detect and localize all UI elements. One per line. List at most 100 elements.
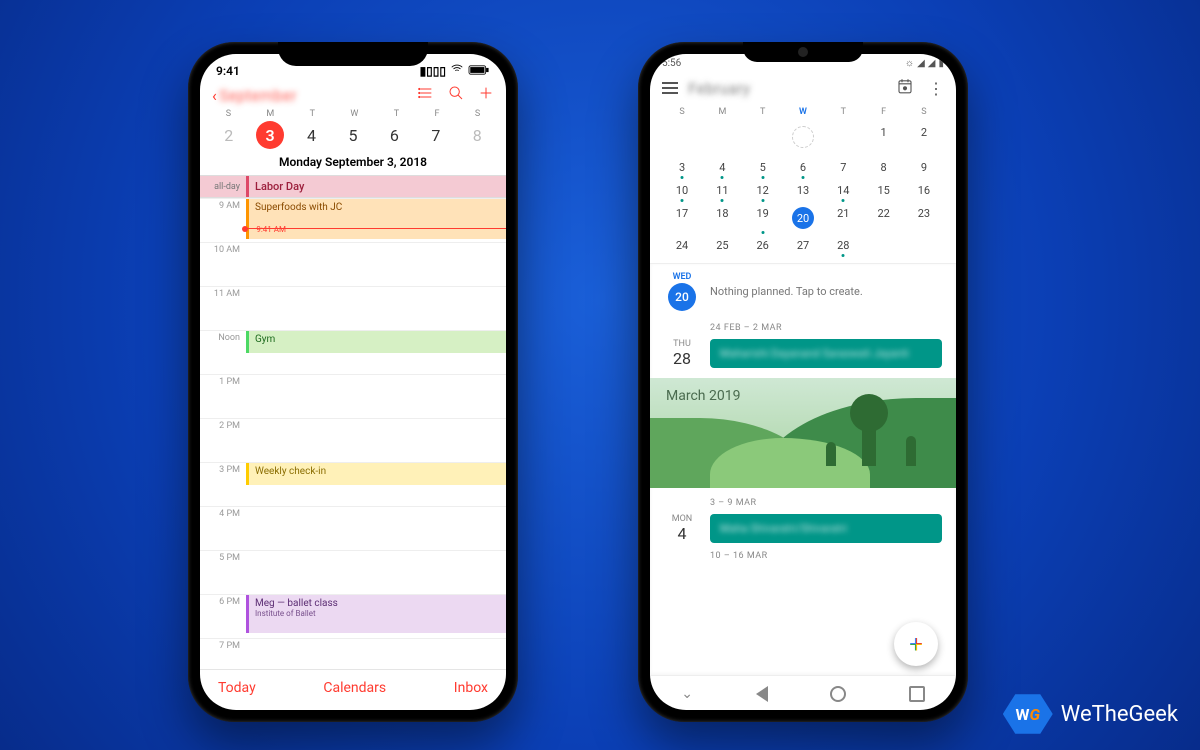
list-view-icon[interactable] bbox=[418, 85, 434, 105]
hour-label: 11 AM bbox=[200, 287, 246, 330]
hour-slot[interactable]: Gym bbox=[246, 331, 506, 374]
hour-slot[interactable] bbox=[246, 551, 506, 594]
calendar-day[interactable]: 15 bbox=[866, 179, 902, 202]
calendar-day[interactable]: 4 bbox=[704, 156, 740, 179]
calendar-day[interactable]: 2 bbox=[906, 121, 942, 156]
weekday-header: T bbox=[825, 103, 861, 121]
calendar-day[interactable]: 22 bbox=[866, 202, 902, 234]
week-day[interactable]: 4 bbox=[298, 121, 326, 149]
now-time-label: 9:41 AM bbox=[246, 225, 290, 234]
agenda-day-thu[interactable]: THU 28 Maharishi Dayanand Saraswati Jaya… bbox=[650, 335, 956, 372]
android-frame: 5:56 ☼ ◢ ◢ ▮ February ⋮ SMTW bbox=[638, 42, 968, 722]
hour-slot[interactable] bbox=[246, 243, 506, 286]
calendar-day[interactable]: 23 bbox=[906, 202, 942, 234]
week-day[interactable]: 8 bbox=[463, 121, 491, 149]
hour-slot[interactable] bbox=[246, 639, 506, 669]
iphone-frame: 9:41 ▮▯▯▯ ‹ September bbox=[188, 42, 518, 722]
calendar-day[interactable]: 18 bbox=[704, 202, 740, 234]
event-pill-thu[interactable]: Maharishi Dayanand Saraswati Jayanti bbox=[710, 339, 942, 368]
allday-row[interactable]: all-day Labor Day bbox=[200, 175, 506, 198]
hour-slot[interactable]: Meg — ballet classInstitute of Ballet bbox=[246, 595, 506, 638]
event-block[interactable]: Weekly check-in bbox=[246, 463, 506, 485]
overflow-icon[interactable]: ⋮ bbox=[928, 79, 944, 98]
today-button[interactable]: Today bbox=[218, 680, 256, 696]
range-label-2: 3 – 9 MAR bbox=[650, 494, 956, 510]
calendar-day[interactable]: 27 bbox=[785, 234, 821, 257]
nav-back-icon[interactable] bbox=[756, 686, 768, 702]
nav-recents-icon[interactable] bbox=[909, 686, 925, 702]
weekday-header: S bbox=[475, 107, 480, 121]
week-day[interactable]: 3 bbox=[256, 121, 284, 149]
android-nav-bar: ⌄ bbox=[650, 675, 956, 710]
android-agenda[interactable]: WED 20 Nothing planned. Tap to create. 2… bbox=[650, 263, 956, 675]
week-day[interactable]: 6 bbox=[380, 121, 408, 149]
calendar-day[interactable]: 24 bbox=[664, 234, 700, 257]
brand-text: WeTheGeek bbox=[1061, 702, 1178, 727]
today-number: 20 bbox=[668, 283, 696, 311]
week-day[interactable]: 5 bbox=[339, 121, 367, 149]
hour-slot[interactable] bbox=[246, 507, 506, 550]
hour-label: 4 PM bbox=[200, 507, 246, 550]
calendar-day[interactable]: 28 bbox=[825, 234, 861, 257]
battery-icon bbox=[468, 64, 490, 78]
range-label-3: 10 – 16 MAR bbox=[650, 547, 956, 563]
hour-label: 7 PM bbox=[200, 639, 246, 669]
calendar-day[interactable]: 3 bbox=[664, 156, 700, 179]
hour-slot[interactable] bbox=[246, 419, 506, 462]
calendar-day[interactable]: 9 bbox=[906, 156, 942, 179]
month-banner-march: March 2019 bbox=[650, 378, 956, 488]
event-block[interactable]: Gym bbox=[246, 331, 506, 353]
calendar-day[interactable]: 10 bbox=[664, 179, 700, 202]
ios-schedule[interactable]: 9 AMSuperfoods with JC10 AM11 AMNoonGym1… bbox=[200, 198, 506, 669]
hour-slot[interactable] bbox=[246, 287, 506, 330]
nav-expand-icon[interactable]: ⌄ bbox=[681, 686, 693, 702]
calendar-day[interactable]: 5 bbox=[745, 156, 781, 179]
calendars-button[interactable]: Calendars bbox=[323, 680, 386, 696]
ios-toolbar: Today Calendars Inbox bbox=[200, 669, 506, 710]
calendar-day[interactable]: 7 bbox=[825, 156, 861, 179]
calendar-day[interactable]: 20 bbox=[785, 202, 821, 234]
calendar-day[interactable]: 16 bbox=[906, 179, 942, 202]
hour-slot[interactable]: Superfoods with JC bbox=[246, 199, 506, 242]
hour-slot[interactable]: Weekly check-in bbox=[246, 463, 506, 506]
calendar-day[interactable]: 17 bbox=[664, 202, 700, 234]
week-day[interactable]: 7 bbox=[422, 121, 450, 149]
hour-slot[interactable] bbox=[246, 375, 506, 418]
calendar-day[interactable]: 14 bbox=[825, 179, 861, 202]
search-icon[interactable] bbox=[448, 85, 464, 105]
today-weekday: WED bbox=[673, 272, 692, 283]
wifi-icon bbox=[450, 62, 464, 79]
add-icon[interactable] bbox=[478, 85, 494, 105]
weekday-header: S bbox=[664, 103, 700, 121]
month-title[interactable]: February bbox=[688, 79, 750, 98]
calendar-day[interactable]: 19 bbox=[745, 202, 781, 234]
agenda-today-row[interactable]: WED 20 Nothing planned. Tap to create. bbox=[650, 264, 956, 319]
event-pill-mon[interactable]: Maha Shivaratri/Shivaratri bbox=[710, 514, 942, 543]
calendar-day bbox=[664, 121, 700, 156]
event-block[interactable]: Meg — ballet classInstitute of Ballet bbox=[246, 595, 506, 633]
menu-icon[interactable] bbox=[662, 82, 678, 94]
calendar-day[interactable]: 21 bbox=[825, 202, 861, 234]
weekday-header: S bbox=[906, 103, 942, 121]
calendar-day[interactable]: 13 bbox=[785, 179, 821, 202]
range-label-1: 24 FEB – 2 MAR bbox=[650, 319, 956, 335]
calendar-day[interactable]: 11 bbox=[704, 179, 740, 202]
ios-date-line: Monday September 3, 2018 bbox=[200, 153, 506, 175]
back-button[interactable]: ‹ September bbox=[212, 86, 296, 105]
week-day[interactable]: 2 bbox=[215, 121, 243, 149]
calendar-day[interactable]: 25 bbox=[704, 234, 740, 257]
agenda-day-mon[interactable]: MON 4 Maha Shivaratri/Shivaratri bbox=[650, 510, 956, 547]
inbox-button[interactable]: Inbox bbox=[454, 680, 488, 696]
thu-daynum: 28 bbox=[664, 349, 700, 368]
android-month-grid[interactable]: SMTWTFS 12345678910111213141516171819202… bbox=[650, 103, 956, 263]
fab-add-event[interactable]: + bbox=[894, 622, 938, 666]
calendar-day[interactable]: 1 bbox=[866, 121, 902, 156]
calendar-day[interactable]: 6 bbox=[785, 156, 821, 179]
today-jump-icon[interactable] bbox=[896, 77, 914, 99]
calendar-day[interactable]: 8 bbox=[866, 156, 902, 179]
nav-home-icon[interactable] bbox=[830, 686, 846, 702]
calendar-day[interactable]: 26 bbox=[745, 234, 781, 257]
signal-icon: ◢ bbox=[917, 58, 925, 69]
calendar-day[interactable]: 12 bbox=[745, 179, 781, 202]
hour-label: 1 PM bbox=[200, 375, 246, 418]
